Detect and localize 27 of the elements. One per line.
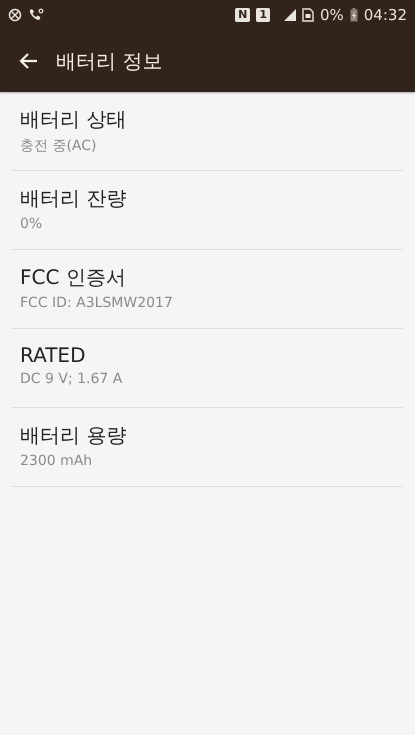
item-title: 배터리 용량 [20,422,128,449]
item-title: FCC 인증서 [20,264,127,291]
battery-percent: 0% [320,6,344,24]
info-list-item[interactable]: RATED DC 9 V; 1.67 A [12,329,403,408]
info-list-item[interactable]: FCC 인증서 FCC ID: A3LSMW2017 [12,250,403,329]
back-arrow-icon [18,52,38,70]
info-list-item[interactable]: 배터리 상태 충전 중(AC) [12,92,403,171]
item-summary: 0% [20,216,44,232]
wifi-call-icon [28,8,44,22]
info-list-item[interactable]: 배터리 잔량 0% [12,171,403,250]
battery-charging-icon [350,8,358,22]
item-summary: 2300 mAh [20,453,94,469]
no-disturb-icon [8,8,22,22]
back-button[interactable] [18,52,38,70]
item-summary: DC 9 V; 1.67 A [20,371,124,387]
item-summary: FCC ID: A3LSMW2017 [20,295,174,311]
info-list-item[interactable]: 배터리 용량 2300 mAh [12,408,403,487]
item-title: 배터리 잔량 [20,185,128,212]
item-summary: 충전 중(AC) [20,137,98,155]
item-title: 배터리 상태 [20,106,128,133]
status-badge: 1 [256,8,270,22]
sim-card-icon [302,8,314,22]
signal-icon [284,9,296,21]
status-badge: N [235,8,250,22]
screen-title: 배터리 정보 [56,48,162,74]
item-title: RATED [20,343,86,367]
clock-time: 04:32 [364,6,407,24]
